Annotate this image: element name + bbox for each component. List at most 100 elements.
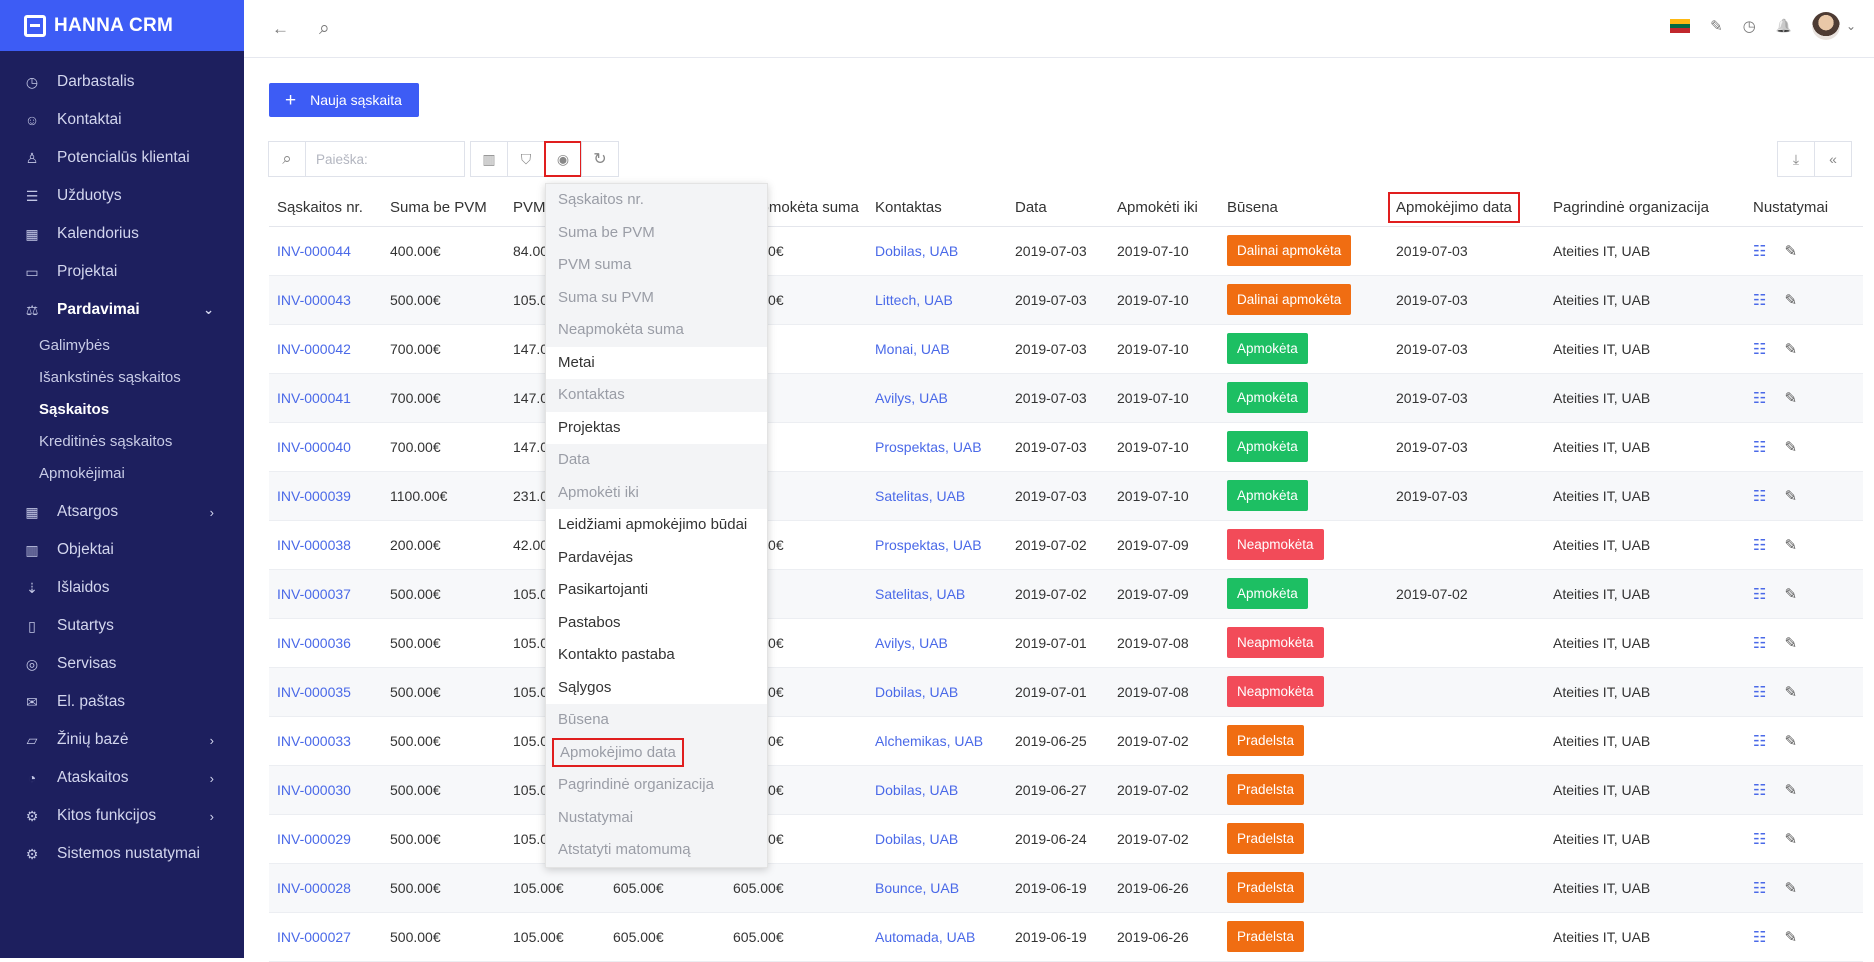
- list-icon[interactable]: ☷: [1753, 929, 1766, 946]
- edit-icon[interactable]: ✎: [1784, 586, 1797, 603]
- contact-link[interactable]: Dobilas, UAB: [875, 831, 958, 847]
- brand-logo[interactable]: HANNA CRM: [0, 0, 244, 51]
- list-icon[interactable]: ☷: [1753, 782, 1766, 799]
- list-icon[interactable]: ☷: [1753, 243, 1766, 260]
- sidebar-item-darbastalis[interactable]: ◷ Darbastalis: [0, 63, 244, 101]
- search-input[interactable]: [305, 141, 465, 177]
- column-option-salygos[interactable]: Sąlygos: [546, 672, 767, 705]
- column-header-kontaktas[interactable]: Kontaktas: [867, 190, 1007, 227]
- column-header-busena[interactable]: Būsena: [1219, 190, 1388, 227]
- edit-icon[interactable]: ✎: [1784, 439, 1797, 456]
- column-option-pasikartojanti[interactable]: Pasikartojanti: [546, 574, 767, 607]
- invoice-number-link[interactable]: INV-000033: [277, 733, 351, 749]
- bell-icon[interactable]: 🔔: [1776, 18, 1792, 34]
- list-icon[interactable]: ☷: [1753, 684, 1766, 701]
- contact-link[interactable]: Alchemikas, UAB: [875, 733, 983, 749]
- list-icon[interactable]: ☷: [1753, 586, 1766, 603]
- column-option-suma-su-pvm[interactable]: Suma su PVM: [546, 281, 767, 314]
- column-option-projektas[interactable]: Projektas: [546, 412, 767, 445]
- contact-link[interactable]: Monai, UAB: [875, 341, 950, 357]
- edit-icon[interactable]: ✎: [1784, 831, 1797, 848]
- edit-icon[interactable]: ✎: [1784, 341, 1797, 358]
- table-row[interactable]: INV-000044400.00€84.00€484.00€242.00€Dob…: [269, 226, 1863, 276]
- invoice-number-link[interactable]: INV-000038: [277, 537, 351, 553]
- sidebar-subitem-galimybes[interactable]: Galimybės: [0, 329, 244, 361]
- column-option-pastabos[interactable]: Pastabos: [546, 607, 767, 640]
- list-icon[interactable]: ☷: [1753, 488, 1766, 505]
- contact-link[interactable]: Satelitas, UAB: [875, 586, 965, 602]
- sidebar-item-kontaktai[interactable]: ☺ Kontaktai: [0, 101, 244, 139]
- search-icon[interactable]: ⌕: [319, 18, 330, 40]
- edit-icon[interactable]: ✎: [1784, 880, 1797, 897]
- contact-link[interactable]: Avilys, UAB: [875, 390, 948, 406]
- invoice-number-link[interactable]: INV-000042: [277, 341, 351, 357]
- column-option-pvm-suma[interactable]: PVM suma: [546, 249, 767, 282]
- sidebar-item-pardavimai[interactable]: ⚖ Pardavimai ⌄: [0, 291, 244, 329]
- table-row[interactable]: INV-000029500.00€105.00€605.00€605.00€Do…: [269, 814, 1863, 864]
- column-option-apmokejimo-data[interactable]: Apmokėjimo data: [546, 736, 767, 769]
- table-row[interactable]: INV-000037500.00€105.00€605.00€0.00€Sate…: [269, 569, 1863, 619]
- sidebar-item-el-pastas[interactable]: ✉ El. paštas: [0, 683, 244, 721]
- invoice-number-link[interactable]: INV-000036: [277, 635, 351, 651]
- sidebar-item-ziniu-baze[interactable]: ▱ Žinių bazė ›: [0, 721, 244, 759]
- list-icon[interactable]: ☷: [1753, 292, 1766, 309]
- sidebar-subitem-saskaitos[interactable]: Sąskaitos: [0, 393, 244, 425]
- edit-icon[interactable]: ✎: [1784, 782, 1797, 799]
- column-option-pagrindine-organizacija[interactable]: Pagrindinė organizacija: [546, 769, 767, 802]
- contact-link[interactable]: Littech, UAB: [875, 292, 953, 308]
- contact-link[interactable]: Bounce, UAB: [875, 880, 959, 896]
- contact-link[interactable]: Dobilas, UAB: [875, 243, 958, 259]
- sidebar-item-uzduotys[interactable]: ☰ Užduotys: [0, 177, 244, 215]
- contact-link[interactable]: Satelitas, UAB: [875, 488, 965, 504]
- edit-icon[interactable]: ✎: [1784, 488, 1797, 505]
- table-row[interactable]: INV-000038200.00€42.00€242.00€242.00€Pro…: [269, 520, 1863, 570]
- column-header-apmokejimo-data[interactable]: Apmokėjimo data: [1388, 190, 1545, 227]
- list-icon[interactable]: ☷: [1753, 880, 1766, 897]
- list-icon[interactable]: ☷: [1753, 390, 1766, 407]
- invoice-number-link[interactable]: INV-000039: [277, 488, 351, 504]
- refresh-icon[interactable]: ↻: [581, 141, 619, 177]
- new-invoice-button[interactable]: + Nauja sąskaita: [269, 83, 419, 117]
- column-option-saskaitos-nr[interactable]: Sąskaitos nr.: [546, 184, 767, 217]
- edit-icon[interactable]: ✎: [1784, 390, 1797, 407]
- sidebar-item-kitos-funkcijos[interactable]: ⚙ Kitos funkcijos ›: [0, 797, 244, 835]
- list-icon[interactable]: ☷: [1753, 537, 1766, 554]
- table-row[interactable]: INV-000041700.00€147.00€847.00€0.00€Avil…: [269, 373, 1863, 423]
- list-icon[interactable]: ☷: [1753, 733, 1766, 750]
- edit-icon[interactable]: ✎: [1784, 733, 1797, 750]
- edit-icon[interactable]: ✎: [1784, 292, 1797, 309]
- column-header-saskaitos-nr[interactable]: Sąskaitos nr.: [269, 190, 382, 227]
- sidebar-subitem-kreditines-saskaitos[interactable]: Kreditinės sąskaitos: [0, 425, 244, 457]
- column-option-kontaktas[interactable]: Kontaktas: [546, 379, 767, 412]
- edit-icon[interactable]: ✎: [1784, 243, 1797, 260]
- invoice-number-link[interactable]: INV-000028: [277, 880, 351, 896]
- list-icon[interactable]: ☷: [1753, 635, 1766, 652]
- column-header-data[interactable]: Data: [1007, 190, 1109, 227]
- invoice-number-link[interactable]: INV-000029: [277, 831, 351, 847]
- contact-link[interactable]: Prospektas, UAB: [875, 439, 982, 455]
- column-header-suma-be-pvm[interactable]: Suma be PVM: [382, 190, 505, 227]
- language-flag-icon[interactable]: [1670, 19, 1691, 34]
- column-option-apmoketi-iki[interactable]: Apmokėti iki: [546, 476, 767, 509]
- table-row[interactable]: INV-000040700.00€147.00€847.00€0.00€Pros…: [269, 422, 1863, 472]
- column-option-neapmoketa-suma[interactable]: Neapmokėta suma: [546, 314, 767, 347]
- column-option-atstatyti-matomuma[interactable]: Atstatyti matomumą: [546, 834, 767, 867]
- chart-icon[interactable]: ▥: [470, 141, 508, 177]
- table-row[interactable]: INV-000042700.00€147.00€847.00€0.00€Mona…: [269, 324, 1863, 374]
- invoice-number-link[interactable]: INV-000043: [277, 292, 351, 308]
- sidebar-item-sistemos-nustatymai[interactable]: ⚙ Sistemos nustatymai: [0, 835, 244, 873]
- timer-icon[interactable]: ◷: [1743, 17, 1756, 35]
- sidebar-subitem-isankstines-saskaitos[interactable]: Išankstinės sąskaitos: [0, 361, 244, 393]
- table-row[interactable]: INV-000027 500.00€ 105.00€ 605.00€ 605.00€ Au…: [269, 912, 1863, 962]
- sidebar-subitem-apmokejimai[interactable]: Apmokėjimai: [0, 457, 244, 489]
- column-visibility-eye-icon[interactable]: ◉: [544, 141, 582, 177]
- sidebar-item-islaidos[interactable]: ⇣ Išlaidos: [0, 569, 244, 607]
- collapse-icon[interactable]: «: [1814, 141, 1852, 177]
- invoice-number-link[interactable]: INV-000035: [277, 684, 351, 700]
- column-option-kontakto-pastaba[interactable]: Kontakto pastaba: [546, 639, 767, 672]
- edit-icon[interactable]: ✎: [1784, 929, 1797, 946]
- list-icon[interactable]: ☷: [1753, 439, 1766, 456]
- invoice-number-link[interactable]: INV-000037: [277, 586, 351, 602]
- table-row[interactable]: INV-0000391100.00€231.00€1331.00€0.00€Sa…: [269, 471, 1863, 521]
- column-header-nustatymai[interactable]: Nustatymai: [1745, 190, 1863, 227]
